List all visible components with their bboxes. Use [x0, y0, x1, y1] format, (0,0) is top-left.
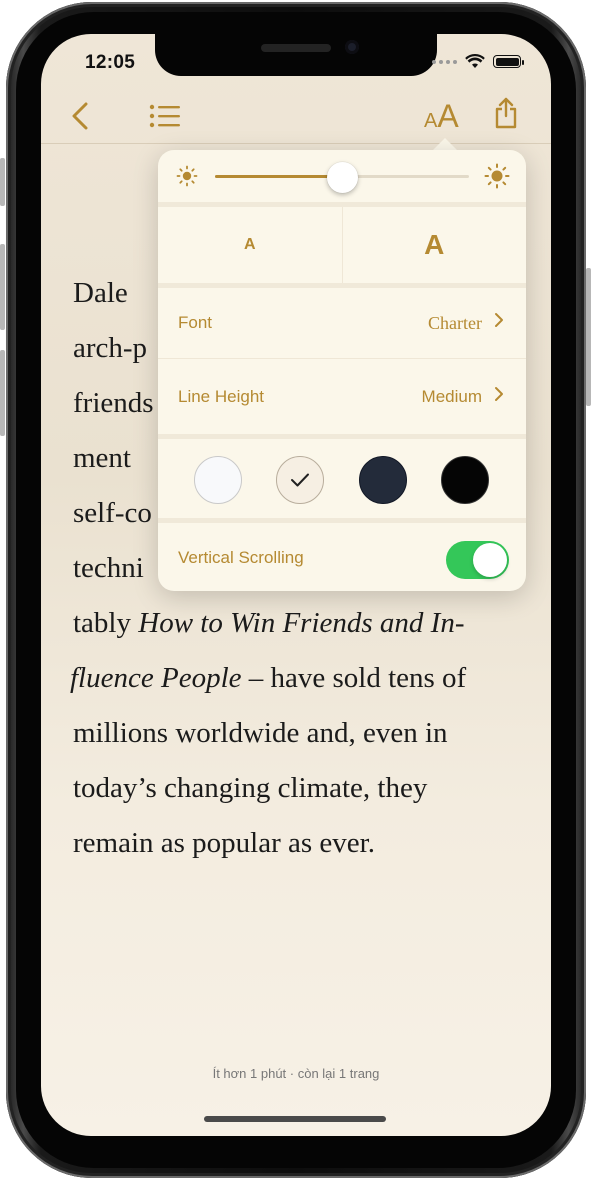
line-height-row[interactable]: Line Height Medium: [158, 362, 526, 432]
battery-icon: [493, 55, 524, 68]
brightness-low-icon: [176, 165, 198, 187]
text-line: tably How to Win Friends and In-: [73, 607, 465, 639]
power-button: [586, 268, 591, 406]
decrease-text-size-button[interactable]: A: [158, 207, 343, 283]
toggle-knob: [473, 543, 507, 577]
silent-switch: [0, 158, 5, 206]
text-size-large-a: A: [437, 98, 459, 134]
brightness-slider-row: [158, 150, 526, 202]
front-camera: [345, 40, 359, 54]
theme-gray-button[interactable]: [359, 456, 407, 504]
checkmark-icon: [291, 473, 309, 487]
font-value: Charter: [428, 312, 482, 333]
line-height-value: Medium: [421, 387, 482, 406]
text-size-small-a: A: [424, 110, 438, 132]
text-line: fluence People – have sold tens of: [70, 662, 467, 694]
text-line: millions worldwide and, even in: [73, 717, 448, 749]
text-line: today’s changing climate, they: [73, 772, 428, 804]
vertical-scrolling-row: Vertical Scrolling: [158, 524, 526, 591]
status-indicators: [432, 54, 524, 69]
chevron-right-icon: [495, 387, 503, 401]
home-indicator[interactable]: [204, 1116, 386, 1122]
earpiece-speaker: [261, 44, 331, 52]
theme-night-button[interactable]: [441, 456, 489, 504]
toolbar-divider: [41, 143, 551, 144]
text-size-button[interactable]: AA: [424, 98, 459, 135]
theme-white-button[interactable]: [194, 456, 242, 504]
wifi-icon: [465, 54, 485, 68]
row-divider: [158, 358, 526, 359]
text-line: remain as popular as ever.: [73, 827, 375, 859]
line-height-label: Line Height: [178, 387, 265, 406]
theme-sepia-button[interactable]: [276, 456, 324, 504]
volume-down-button: [0, 350, 5, 436]
cellular-signal-icon: [432, 59, 457, 64]
status-time: 12:05: [85, 52, 136, 73]
notch: [155, 34, 437, 76]
popover-separator: [158, 518, 526, 523]
font-label: Font: [178, 313, 213, 332]
theme-picker: [158, 442, 526, 518]
reading-progress-text: Ít hơn 1 phút · còn lại 1 trang: [212, 1066, 380, 1081]
vertical-scrolling-label: Vertical Scrolling: [178, 548, 304, 567]
vertical-scrolling-toggle[interactable]: [446, 541, 509, 579]
back-chevron-icon[interactable]: [71, 101, 89, 131]
font-row[interactable]: Font Charter: [158, 288, 526, 358]
text-size-row: A A: [158, 207, 526, 283]
brightness-high-icon: [484, 163, 510, 189]
volume-up-button: [0, 244, 5, 330]
chevron-right-icon: [495, 313, 503, 327]
appearance-popover: A A Font Charter Line Height Medium Vert…: [158, 150, 526, 591]
popover-separator: [158, 434, 526, 439]
table-of-contents-icon[interactable]: [149, 104, 181, 128]
share-icon[interactable]: [494, 97, 518, 129]
screen: 12:05 AA Dale arch-p friends ment self-c: [41, 34, 551, 1136]
brightness-thumb[interactable]: [327, 162, 358, 193]
increase-text-size-button[interactable]: A: [343, 207, 527, 283]
